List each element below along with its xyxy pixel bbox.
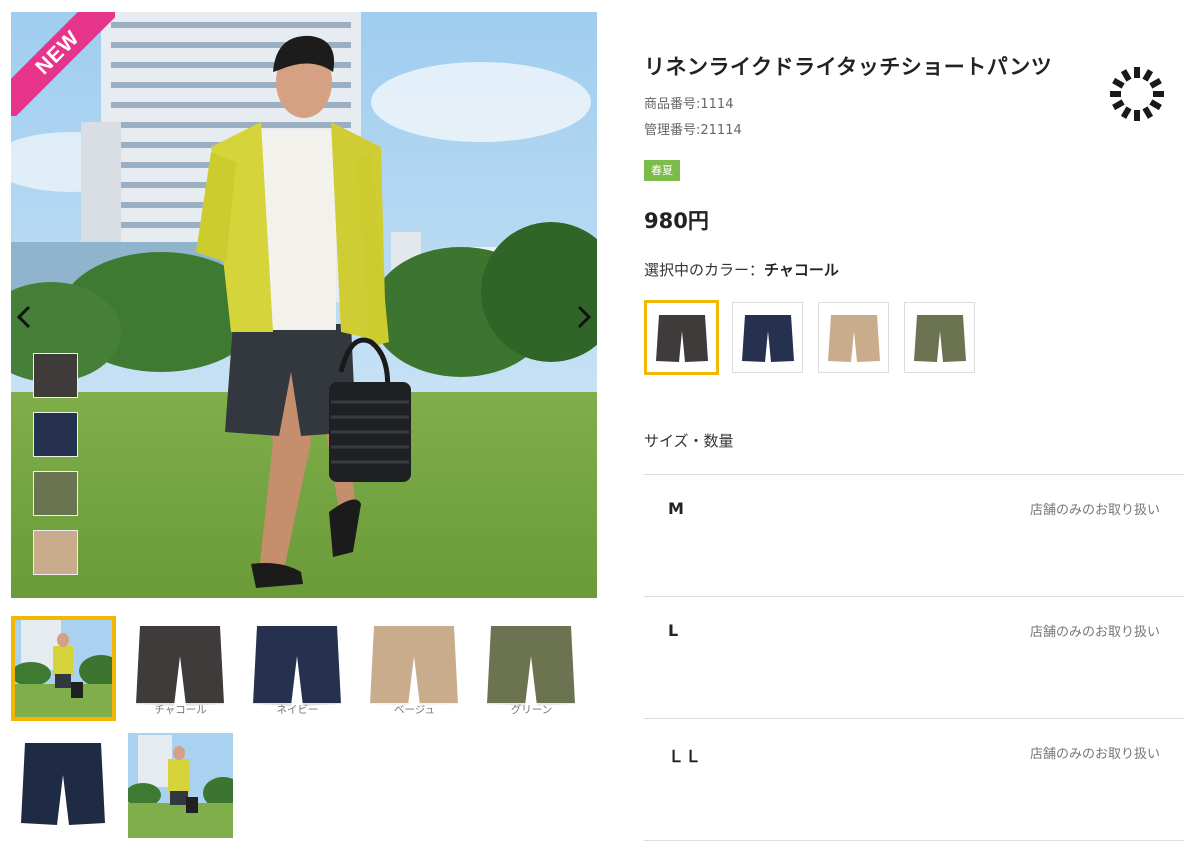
shorts-navy-back-image bbox=[21, 743, 105, 825]
size-availability: 店舗のみのお取り扱い bbox=[1029, 747, 1160, 762]
thumbnail-charcoal[interactable]: チャコール bbox=[128, 616, 233, 721]
product-management-number: 管理番号:21114 bbox=[644, 123, 742, 138]
next-image-button[interactable] bbox=[573, 302, 595, 332]
thumbnail-model-photo-2[interactable] bbox=[128, 733, 233, 838]
product-item-number: 商品番号:1114 bbox=[644, 97, 734, 112]
overlay-swatch-charcoal[interactable] bbox=[33, 353, 78, 398]
shorts-charcoal-swatch-image bbox=[655, 314, 708, 362]
thumbnail-model-photo[interactable] bbox=[11, 616, 116, 721]
shorts-beige-swatch-image bbox=[827, 314, 880, 362]
thumbnail-caption: ベージュ bbox=[368, 703, 461, 717]
size-availability: 店舗のみのお取り扱い bbox=[1029, 625, 1160, 640]
color-option-charcoal[interactable] bbox=[644, 300, 719, 375]
new-badge: NEW bbox=[11, 12, 115, 116]
size-row-m: M 店舗のみのお取り扱い bbox=[644, 475, 1184, 597]
size-label: M bbox=[668, 499, 685, 518]
product-price: 980円 bbox=[644, 209, 709, 233]
size-availability: 店舗のみのお取り扱い bbox=[1029, 503, 1160, 518]
selected-color-label: 選択中のカラー： bbox=[644, 261, 765, 279]
color-option-green[interactable] bbox=[904, 302, 975, 373]
model-thumbnail-image-2 bbox=[128, 733, 233, 838]
overlay-swatch-beige[interactable] bbox=[33, 530, 78, 575]
thumbnail-navy-back[interactable] bbox=[11, 733, 116, 838]
shorts-green-swatch-image bbox=[913, 314, 966, 362]
thumbnail-navy[interactable]: ネイビー bbox=[245, 616, 350, 721]
main-product-photo: NEW bbox=[11, 12, 597, 598]
size-label: ＬＬ bbox=[668, 747, 703, 766]
thumbnail-beige[interactable]: ベージュ bbox=[362, 616, 467, 721]
size-table: M 店舗のみのお取り扱い L 店舗のみのお取り扱い ＬＬ 店舗のみのお取り扱い bbox=[644, 474, 1184, 841]
overlay-swatch-green[interactable] bbox=[33, 471, 78, 516]
model-thumbnail-image bbox=[11, 616, 116, 721]
overlay-color-swatches bbox=[33, 353, 78, 589]
thumbnail-green[interactable]: グリーン bbox=[479, 616, 584, 721]
color-option-beige[interactable] bbox=[818, 302, 889, 373]
color-options bbox=[644, 300, 990, 375]
previous-image-button[interactable] bbox=[13, 302, 35, 332]
new-badge-label: NEW bbox=[11, 12, 115, 116]
size-row-ll: ＬＬ 店舗のみのお取り扱い bbox=[644, 719, 1184, 841]
shorts-navy-swatch-image bbox=[741, 314, 794, 362]
size-row-l: L 店舗のみのお取り扱い bbox=[644, 597, 1184, 719]
color-option-navy[interactable] bbox=[732, 302, 803, 373]
thumbnail-caption: チャコール bbox=[134, 703, 227, 717]
season-badge: 春夏 bbox=[644, 160, 680, 181]
chevron-left-icon bbox=[17, 305, 31, 329]
thumbnail-caption: グリーン bbox=[485, 703, 578, 717]
selected-color-value: チャコール bbox=[764, 261, 839, 279]
overlay-swatch-navy[interactable] bbox=[33, 412, 78, 457]
product-title: リネンライクドライタッチショートパンツ bbox=[644, 55, 1053, 79]
chevron-right-icon bbox=[577, 305, 591, 329]
size-quantity-heading: サイズ・数量 bbox=[644, 432, 734, 450]
size-label: L bbox=[668, 621, 680, 640]
loading-spinner-icon bbox=[1110, 67, 1164, 121]
selected-color-line: 選択中のカラー：チャコール bbox=[644, 259, 839, 280]
thumbnail-caption: ネイビー bbox=[251, 703, 344, 717]
